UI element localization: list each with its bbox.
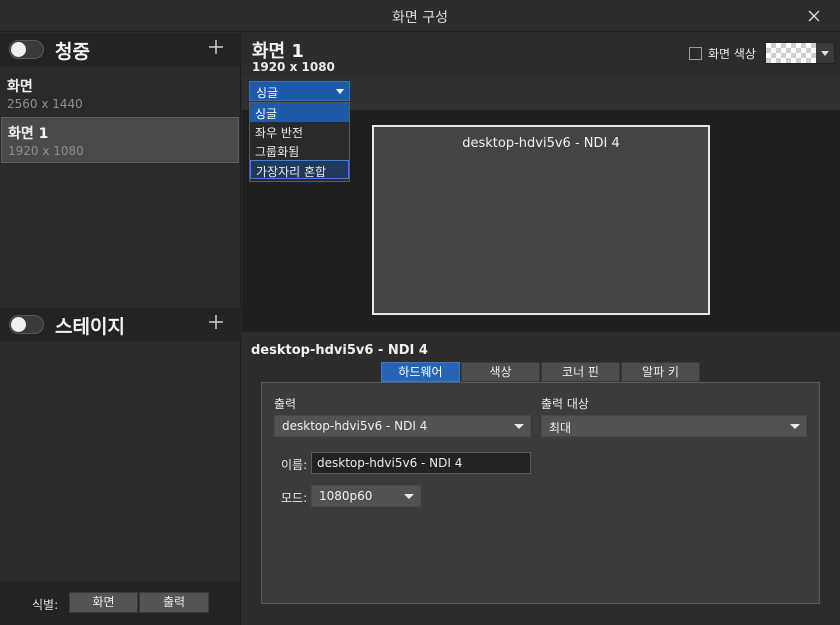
mode-label: 모드:: [281, 491, 308, 505]
chevron-down-icon[interactable]: [816, 43, 834, 63]
output-target-select[interactable]: 최대: [541, 415, 807, 437]
monitor-label: desktop-hdvi5v6 - NDI 4: [462, 136, 620, 151]
stage-header: 스테이지: [0, 308, 241, 341]
layout-select[interactable]: 싱글: [249, 81, 350, 101]
chevron-down-icon: [790, 424, 800, 429]
screen-name: 화면 1: [8, 126, 49, 142]
identify-output-button[interactable]: 출력: [139, 592, 209, 613]
screen-list-item-selected[interactable]: 화면 1 1920 x 1080: [1, 117, 239, 163]
output-properties-title: desktop-hdvi5v6 - NDI 4: [251, 343, 428, 358]
output-properties: desktop-hdvi5v6 - NDI 4 하드웨어 색상 코너 핀 알파 …: [242, 332, 840, 625]
screen-resolution-label: 1920 x 1080: [252, 60, 335, 74]
name-input[interactable]: [311, 452, 531, 474]
output-select-value: desktop-hdvi5v6 - NDI 4: [282, 419, 428, 433]
chevron-down-icon: [336, 89, 344, 94]
output-target-label: 출력 대상: [541, 397, 589, 411]
layout-option-single[interactable]: 싱글: [250, 103, 349, 122]
mode-select[interactable]: 1080p60: [311, 485, 421, 507]
mode-value: 1080p60: [319, 489, 373, 503]
stage-toggle[interactable]: [9, 315, 44, 334]
screen-resolution: 2560 x 1440: [7, 97, 83, 111]
hardware-panel: 출력 desktop-hdvi5v6 - NDI 4 출력 대상 최대 이름: …: [261, 382, 820, 604]
output-monitor[interactable]: desktop-hdvi5v6 - NDI 4: [372, 125, 710, 315]
audience-header: 청중: [0, 33, 241, 66]
close-icon[interactable]: [806, 8, 822, 24]
screen-header: 화면 1 1920 x 1080 화면 색상: [242, 33, 840, 76]
add-audience-screen-icon[interactable]: [207, 38, 225, 56]
background-color-label: 화면 색상: [708, 47, 756, 61]
layout-option-edge-blend[interactable]: 가장자리 혼합: [250, 160, 349, 179]
screen-resolution: 1920 x 1080: [8, 144, 84, 158]
tab-hardware[interactable]: 하드웨어: [381, 362, 460, 382]
layout-option-grouped[interactable]: 그룹화됨: [250, 141, 349, 160]
screen-editor: 화면 1 1920 x 1080 화면 색상 싱글 싱글 좌우 반전 그룹화됨 …: [242, 33, 840, 625]
screen-list-item[interactable]: 화면 2560 x 1440: [1, 71, 239, 117]
name-label: 이름:: [281, 458, 308, 472]
tab-color[interactable]: 색상: [461, 362, 540, 382]
stage-title: 스테이지: [55, 316, 125, 338]
audience-title: 청중: [55, 41, 90, 63]
layout-selected-value: 싱글: [256, 86, 279, 100]
background-color-picker[interactable]: [765, 42, 835, 64]
audience-toggle[interactable]: [9, 40, 44, 59]
add-stage-screen-icon[interactable]: [207, 313, 225, 331]
tab-alpha-key[interactable]: 알파 키: [621, 362, 700, 382]
chevron-down-icon: [404, 494, 414, 499]
output-target-value: 최대: [549, 421, 572, 435]
output-select[interactable]: desktop-hdvi5v6 - NDI 4: [274, 415, 531, 437]
tab-corner-pin[interactable]: 코너 핀: [541, 362, 620, 382]
background-color-checkbox[interactable]: [689, 47, 702, 60]
left-panel: 청중 화면 2560 x 1440 화면 1 1920 x 1080 스테이지 …: [0, 33, 241, 625]
window-title: 화면 구성: [392, 10, 448, 26]
output-label: 출력: [274, 397, 297, 411]
identify-label: 식별:: [32, 598, 59, 612]
identify-screen-button[interactable]: 화면: [69, 592, 138, 613]
layout-dropdown-menu: 싱글 좌우 반전 그룹화됨 가장자리 혼합: [249, 102, 350, 182]
layout-option-mirrored[interactable]: 좌우 반전: [250, 122, 349, 141]
title-bar: 화면 구성: [0, 0, 840, 32]
screen-name: 화면: [7, 79, 33, 95]
chevron-down-icon: [514, 424, 524, 429]
